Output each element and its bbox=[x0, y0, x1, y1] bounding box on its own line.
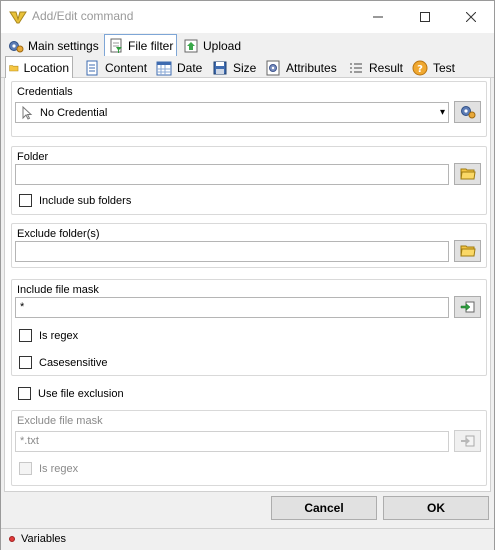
app-logo-icon bbox=[9, 11, 27, 24]
tab-main-settings[interactable]: Main settings bbox=[5, 36, 102, 56]
include-mask-insert-button[interactable] bbox=[454, 296, 481, 318]
tab-test[interactable]: ? Test bbox=[409, 58, 458, 78]
status-dot-icon bbox=[9, 536, 15, 542]
gear-icon bbox=[9, 41, 24, 53]
folder-label: Folder bbox=[17, 151, 49, 163]
include-is-regex-checkbox[interactable]: Is regex bbox=[19, 329, 78, 342]
tab-content[interactable]: Content bbox=[81, 58, 150, 78]
include-subfolders-label: Include sub folders bbox=[39, 194, 132, 207]
exclude-folders-group: Exclude folder(s) bbox=[11, 223, 487, 268]
folder-browse-button[interactable] bbox=[454, 163, 481, 185]
tab-date-label: Date bbox=[177, 61, 203, 75]
help-icon: ? bbox=[412, 60, 428, 76]
tab-location-label: Location bbox=[23, 61, 69, 75]
tab-file-filter-label: File filter bbox=[128, 38, 174, 53]
gear-icon bbox=[460, 106, 475, 119]
file-filter-icon bbox=[110, 38, 122, 53]
pointer-icon bbox=[22, 105, 33, 120]
close-icon bbox=[466, 12, 476, 22]
use-file-exclusion-label: Use file exclusion bbox=[38, 387, 124, 400]
tab-size-label: Size bbox=[233, 61, 257, 75]
use-file-exclusion-box[interactable] bbox=[18, 387, 31, 400]
include-is-regex-box[interactable] bbox=[19, 329, 32, 342]
exclude-mask-insert-button[interactable] bbox=[454, 430, 481, 452]
maximize-button[interactable] bbox=[402, 1, 448, 33]
tab-attributes[interactable]: Attributes bbox=[262, 58, 340, 78]
case-sensitive-box[interactable] bbox=[19, 356, 32, 369]
credentials-selected-value: No Credential bbox=[40, 106, 108, 119]
tab-upload-label: Upload bbox=[203, 39, 242, 53]
exclude-folders-label: Exclude folder(s) bbox=[17, 228, 100, 240]
ok-button[interactable]: OK bbox=[383, 496, 489, 520]
tab-result[interactable]: Result bbox=[345, 58, 406, 78]
main-tab-strip: Main settings File filter Upload bbox=[1, 33, 494, 56]
insert-arrow-icon bbox=[460, 301, 474, 313]
tab-upload[interactable]: Upload bbox=[180, 36, 244, 56]
include-mask-label: Include file mask bbox=[17, 284, 99, 296]
folder-group: Folder Include sub folders bbox=[11, 146, 487, 215]
exclude-folders-input[interactable] bbox=[15, 241, 449, 262]
exclude-is-regex-label: Is regex bbox=[39, 462, 79, 475]
include-subfolders-box[interactable] bbox=[19, 194, 32, 207]
chevron-down-icon: ▾ bbox=[439, 107, 445, 118]
exclude-mask-input[interactable]: *.txt bbox=[15, 431, 449, 452]
variables-label: Variables bbox=[21, 533, 67, 545]
tab-main-settings-label: Main settings bbox=[28, 39, 99, 53]
credentials-select[interactable]: No Credential ▾ bbox=[15, 102, 449, 123]
include-is-regex-label: Is regex bbox=[39, 329, 79, 342]
tab-content-label: Content bbox=[105, 61, 148, 75]
location-panel: Credentials No Credential ▾ Folder Inclu… bbox=[4, 78, 491, 492]
maximize-icon bbox=[420, 12, 430, 22]
credentials-label: Credentials bbox=[17, 86, 73, 98]
tab-date[interactable]: Date bbox=[153, 58, 205, 78]
calendar-icon bbox=[156, 61, 172, 76]
document-icon bbox=[86, 60, 98, 76]
exclude-folders-browse-button[interactable] bbox=[454, 240, 481, 262]
tab-test-label: Test bbox=[433, 61, 456, 75]
credentials-settings-button[interactable] bbox=[454, 101, 481, 123]
credentials-group: Credentials No Credential ▾ bbox=[11, 81, 487, 137]
tab-size[interactable]: Size bbox=[209, 58, 259, 78]
variables-toggle[interactable]: Variables bbox=[9, 533, 66, 545]
tab-location[interactable]: Location bbox=[5, 56, 73, 79]
insert-arrow-icon bbox=[460, 435, 474, 447]
folder-open-icon bbox=[459, 168, 476, 180]
sub-tab-strip: Location Content Date Size Attributes Re… bbox=[1, 56, 494, 79]
include-mask-input[interactable]: * bbox=[15, 297, 449, 318]
minimize-icon bbox=[373, 16, 383, 18]
tab-file-filter[interactable]: File filter bbox=[104, 34, 178, 56]
window-title: Add/Edit command bbox=[32, 9, 134, 23]
title-bar: Add/Edit command bbox=[1, 1, 494, 33]
tab-attributes-label: Attributes bbox=[286, 61, 337, 75]
attributes-icon bbox=[266, 60, 280, 76]
exclude-is-regex-checkbox[interactable]: Is regex bbox=[19, 462, 78, 475]
exclude-mask-label: Exclude file mask bbox=[17, 415, 103, 427]
status-bar: Variables bbox=[1, 528, 494, 550]
use-file-exclusion-checkbox[interactable]: Use file exclusion bbox=[18, 387, 124, 400]
include-subfolders-checkbox[interactable]: Include sub folders bbox=[19, 194, 131, 207]
tab-result-label: Result bbox=[369, 61, 404, 75]
folder-icon bbox=[9, 65, 19, 72]
disk-icon bbox=[213, 61, 227, 75]
minimize-button[interactable] bbox=[355, 1, 401, 33]
exclude-is-regex-box[interactable] bbox=[19, 462, 32, 475]
case-sensitive-checkbox[interactable]: Casesensitive bbox=[19, 356, 107, 369]
svg-text:?: ? bbox=[417, 64, 423, 75]
folder-open-icon bbox=[459, 245, 476, 257]
list-icon bbox=[350, 63, 362, 73]
case-sensitive-label: Casesensitive bbox=[39, 356, 108, 369]
include-mask-group: Include file mask * Is regex Casesensiti… bbox=[11, 279, 487, 376]
exclude-mask-group: Exclude file mask *.txt Is regex bbox=[11, 410, 487, 486]
close-button[interactable] bbox=[448, 1, 494, 33]
dialog-window: Add/Edit command Main settings File filt… bbox=[0, 0, 495, 550]
folder-input[interactable] bbox=[15, 164, 449, 185]
upload-icon bbox=[184, 39, 198, 53]
cancel-button[interactable]: Cancel bbox=[271, 496, 377, 520]
